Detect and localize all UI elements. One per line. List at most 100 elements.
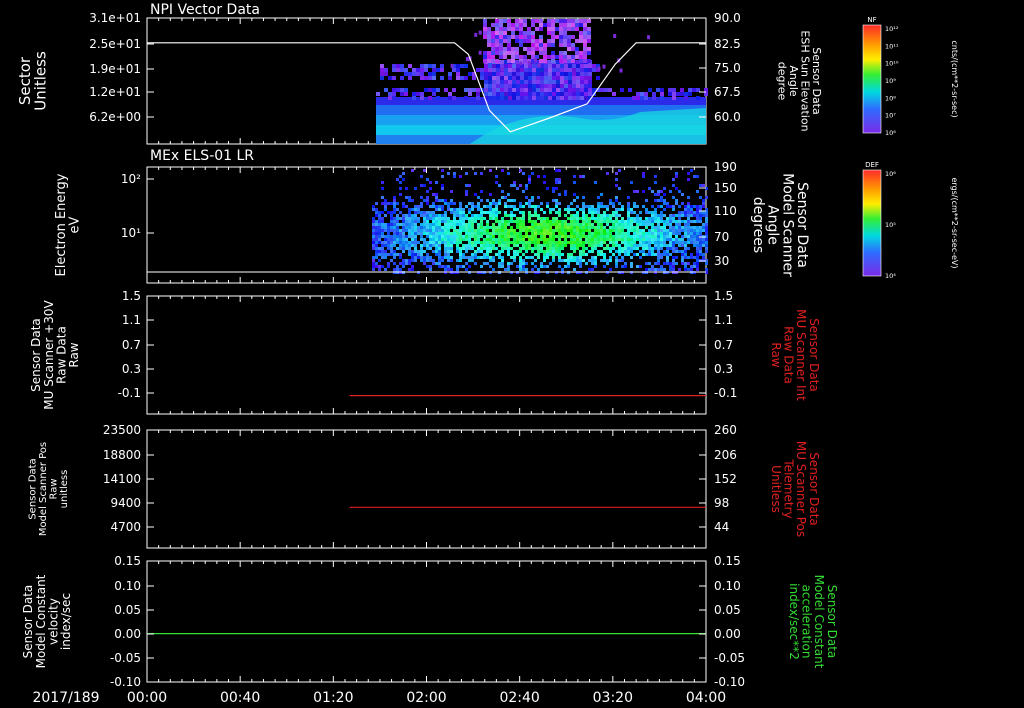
els-cell — [648, 220, 651, 223]
els-cell — [558, 250, 561, 253]
els-cell — [642, 235, 645, 238]
els-cell — [426, 199, 429, 202]
npi-cell — [487, 55, 491, 59]
els-cell — [534, 235, 537, 238]
els-cell — [471, 241, 474, 244]
npi-cell — [507, 51, 511, 55]
els-cell — [639, 265, 642, 268]
npi-cell — [528, 72, 532, 76]
els-cell — [549, 241, 552, 244]
els-cell — [381, 247, 384, 250]
els-cell — [543, 265, 546, 268]
npi-cell — [512, 64, 516, 68]
npi-cell — [535, 39, 539, 43]
els-cell — [633, 217, 636, 220]
els-cell — [627, 211, 630, 214]
els-cell — [672, 250, 675, 253]
els-cell — [516, 238, 519, 241]
els-cell — [381, 241, 384, 244]
els-cell — [684, 247, 687, 250]
npi-cell — [432, 92, 436, 96]
els-cell — [663, 232, 666, 235]
els-cell — [396, 223, 399, 226]
els-cell — [420, 196, 423, 199]
els-cell — [426, 253, 429, 256]
els-cell — [489, 238, 492, 241]
els-cell — [450, 241, 453, 244]
npi-cell — [516, 84, 520, 88]
npi-cell — [424, 88, 428, 92]
els-cell — [438, 238, 441, 241]
npi-cell — [552, 96, 556, 100]
els-cell — [591, 238, 594, 241]
els-cell — [663, 262, 666, 265]
els-cell — [387, 262, 390, 265]
els-cell — [567, 223, 570, 226]
npi-cell — [584, 88, 588, 92]
els-cell — [633, 205, 636, 208]
els-cell — [558, 193, 561, 196]
npi-cell — [416, 68, 420, 72]
npi-cell — [575, 19, 579, 23]
y-tick-label-right: 190 — [714, 160, 737, 174]
els-cell — [573, 229, 576, 232]
els-cell — [378, 217, 381, 220]
els-cell — [645, 244, 648, 247]
els-cell — [480, 244, 483, 247]
npi-cell — [507, 39, 511, 43]
npi-cell — [584, 68, 588, 72]
els-cell — [657, 247, 660, 250]
els-cell — [600, 205, 603, 208]
npi-cell — [567, 55, 571, 59]
els-cell — [618, 214, 621, 217]
els-cell — [615, 172, 618, 175]
els-cell — [516, 232, 519, 235]
els-cell — [375, 232, 378, 235]
els-cell — [390, 211, 393, 214]
els-cell — [447, 223, 450, 226]
y-tick-label-right: 152 — [714, 472, 737, 486]
els-cell — [663, 199, 666, 202]
npi-cell — [503, 35, 507, 39]
els-cell — [651, 250, 654, 253]
els-cell — [474, 256, 477, 259]
els-cell — [657, 253, 660, 256]
els-cell — [429, 247, 432, 250]
els-cell — [399, 256, 402, 259]
els-cell — [573, 247, 576, 250]
npi-cell — [496, 84, 500, 88]
npi-cell — [503, 39, 507, 43]
els-cell — [588, 211, 591, 214]
els-cell — [471, 247, 474, 250]
npi-cell — [559, 51, 563, 55]
npi-cell — [567, 39, 571, 43]
npi-cell — [567, 59, 571, 63]
els-cell — [420, 244, 423, 247]
npi-cell — [512, 92, 516, 96]
els-cell — [546, 202, 549, 205]
npi-cell — [512, 96, 516, 100]
npi-cell — [444, 88, 448, 92]
els-cell — [411, 244, 414, 247]
els-cell — [627, 217, 630, 220]
npi-cell — [512, 88, 516, 92]
els-cell — [522, 211, 525, 214]
els-cell — [495, 181, 498, 184]
npi-cell — [503, 31, 507, 35]
npi-cell — [499, 47, 503, 51]
els-cell — [423, 256, 426, 259]
els-cell — [570, 259, 573, 262]
els-cell — [498, 184, 501, 187]
els-cell — [525, 256, 528, 259]
els-cell — [537, 205, 540, 208]
els-cell — [639, 223, 642, 226]
els-cell — [435, 220, 438, 223]
els-cell — [456, 214, 459, 217]
els-cell — [465, 214, 468, 217]
x-axis: 00:00 00:40 01:20 02:00 02:40 03:20 04:002017/… — [32, 690, 726, 706]
els-cell — [411, 217, 414, 220]
npi-cell — [503, 55, 507, 59]
els-cell — [687, 226, 690, 229]
els-cell — [588, 220, 591, 223]
els-cell — [618, 253, 621, 256]
